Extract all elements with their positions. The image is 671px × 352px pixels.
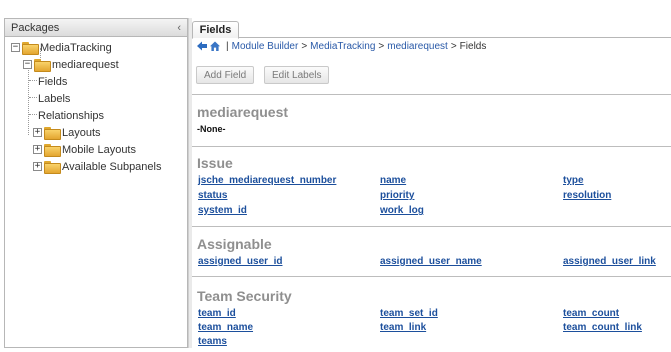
- field-link[interactable]: team_link: [380, 322, 426, 333]
- breadcrumb-separator: >: [301, 40, 308, 52]
- packages-header: Packages ‹: [5, 19, 187, 37]
- add-field-button[interactable]: Add Field: [196, 66, 255, 84]
- tree-collapse-icon[interactable]: −: [11, 43, 20, 52]
- tree-node-label: Relationships: [38, 109, 105, 122]
- breadcrumb: | Module Builder > MediaTracking > media…: [196, 40, 486, 52]
- breadcrumb-module-builder[interactable]: Module Builder: [232, 41, 299, 52]
- section-title-assignable: Assignable: [197, 236, 272, 252]
- breadcrumb-separator: >: [378, 40, 385, 52]
- field-link[interactable]: type: [563, 175, 584, 186]
- field-link[interactable]: resolution: [563, 190, 611, 201]
- home-icon[interactable]: [209, 40, 221, 52]
- tree-node-label: Fields: [38, 75, 68, 88]
- field-link[interactable]: assigned_user_link: [563, 256, 656, 267]
- field-link[interactable]: work_log: [380, 205, 424, 216]
- tab-bar: Fields: [192, 18, 671, 39]
- collapse-panel-icon[interactable]: ‹: [177, 22, 181, 34]
- field-link[interactable]: assigned_user_id: [198, 256, 282, 267]
- breadcrumb-module[interactable]: mediarequest: [387, 41, 448, 52]
- edit-labels-button[interactable]: Edit Labels: [264, 66, 330, 84]
- breadcrumb-separator: >: [450, 40, 457, 52]
- folder-icon: [44, 161, 61, 174]
- field-link[interactable]: team_name: [198, 322, 253, 333]
- folder-icon: [44, 127, 61, 140]
- tree-node-label: mediarequest: [52, 58, 119, 71]
- packages-panel: Packages ‹ − MediaTracking − mediareques…: [4, 18, 188, 348]
- tree-node-label: Layouts: [62, 126, 101, 139]
- tree-collapse-icon[interactable]: −: [23, 60, 32, 69]
- field-link[interactable]: teams: [198, 336, 227, 347]
- field-link[interactable]: team_count: [563, 308, 619, 319]
- breadcrumb-divider: |: [226, 40, 229, 52]
- field-link[interactable]: assigned_user_name: [380, 256, 482, 267]
- tree-expand-icon[interactable]: +: [33, 162, 42, 171]
- tab-fields[interactable]: Fields: [192, 21, 239, 39]
- tree-node-layouts[interactable]: + Layouts: [5, 124, 187, 141]
- field-link[interactable]: jsche_mediarequest_number: [198, 175, 336, 186]
- module-title: mediarequest: [197, 104, 289, 120]
- tree-expand-icon[interactable]: +: [33, 128, 42, 137]
- tree-node-available-subpanels[interactable]: + Available Subpanels: [5, 158, 187, 175]
- tree-item-relationships[interactable]: Relationships: [5, 107, 187, 124]
- field-link[interactable]: priority: [380, 190, 414, 201]
- field-link[interactable]: team_count_link: [563, 322, 642, 333]
- divider: [192, 276, 671, 277]
- field-link[interactable]: system_id: [198, 205, 247, 216]
- package-tree: − MediaTracking − mediarequest Fields La…: [5, 37, 187, 175]
- packages-title: Packages: [11, 21, 60, 34]
- tree-node-module[interactable]: − mediarequest: [5, 56, 187, 73]
- tree-node-label: Available Subpanels: [62, 160, 162, 173]
- tree-item-labels[interactable]: Labels: [5, 90, 187, 107]
- divider: [192, 226, 671, 227]
- folder-icon: [34, 59, 51, 72]
- module-none-text: -None-: [197, 124, 226, 134]
- tree-node-label: MediaTracking: [40, 41, 112, 54]
- field-link[interactable]: team_set_id: [380, 308, 438, 319]
- divider: [192, 146, 671, 147]
- tree-node-label: Mobile Layouts: [62, 143, 136, 156]
- tree-item-fields[interactable]: Fields: [5, 73, 187, 90]
- field-link[interactable]: status: [198, 190, 227, 201]
- breadcrumb-package[interactable]: MediaTracking: [310, 41, 375, 52]
- tree-node-mobile-layouts[interactable]: + Mobile Layouts: [5, 141, 187, 158]
- field-link[interactable]: team_id: [198, 308, 236, 319]
- section-title-team-security: Team Security: [197, 288, 292, 304]
- fields-panel: | Module Builder > MediaTracking > media…: [192, 38, 671, 352]
- section-title-issue: Issue: [197, 155, 233, 171]
- folder-icon: [44, 144, 61, 157]
- back-arrow-icon[interactable]: [196, 40, 208, 52]
- tree-expand-icon[interactable]: +: [33, 145, 42, 154]
- folder-icon: [22, 42, 39, 55]
- field-link[interactable]: name: [380, 175, 406, 186]
- breadcrumb-current: Fields: [459, 40, 487, 52]
- tree-node-label: Labels: [38, 92, 71, 105]
- divider: [192, 94, 671, 95]
- tree-node-package[interactable]: − MediaTracking: [5, 39, 187, 56]
